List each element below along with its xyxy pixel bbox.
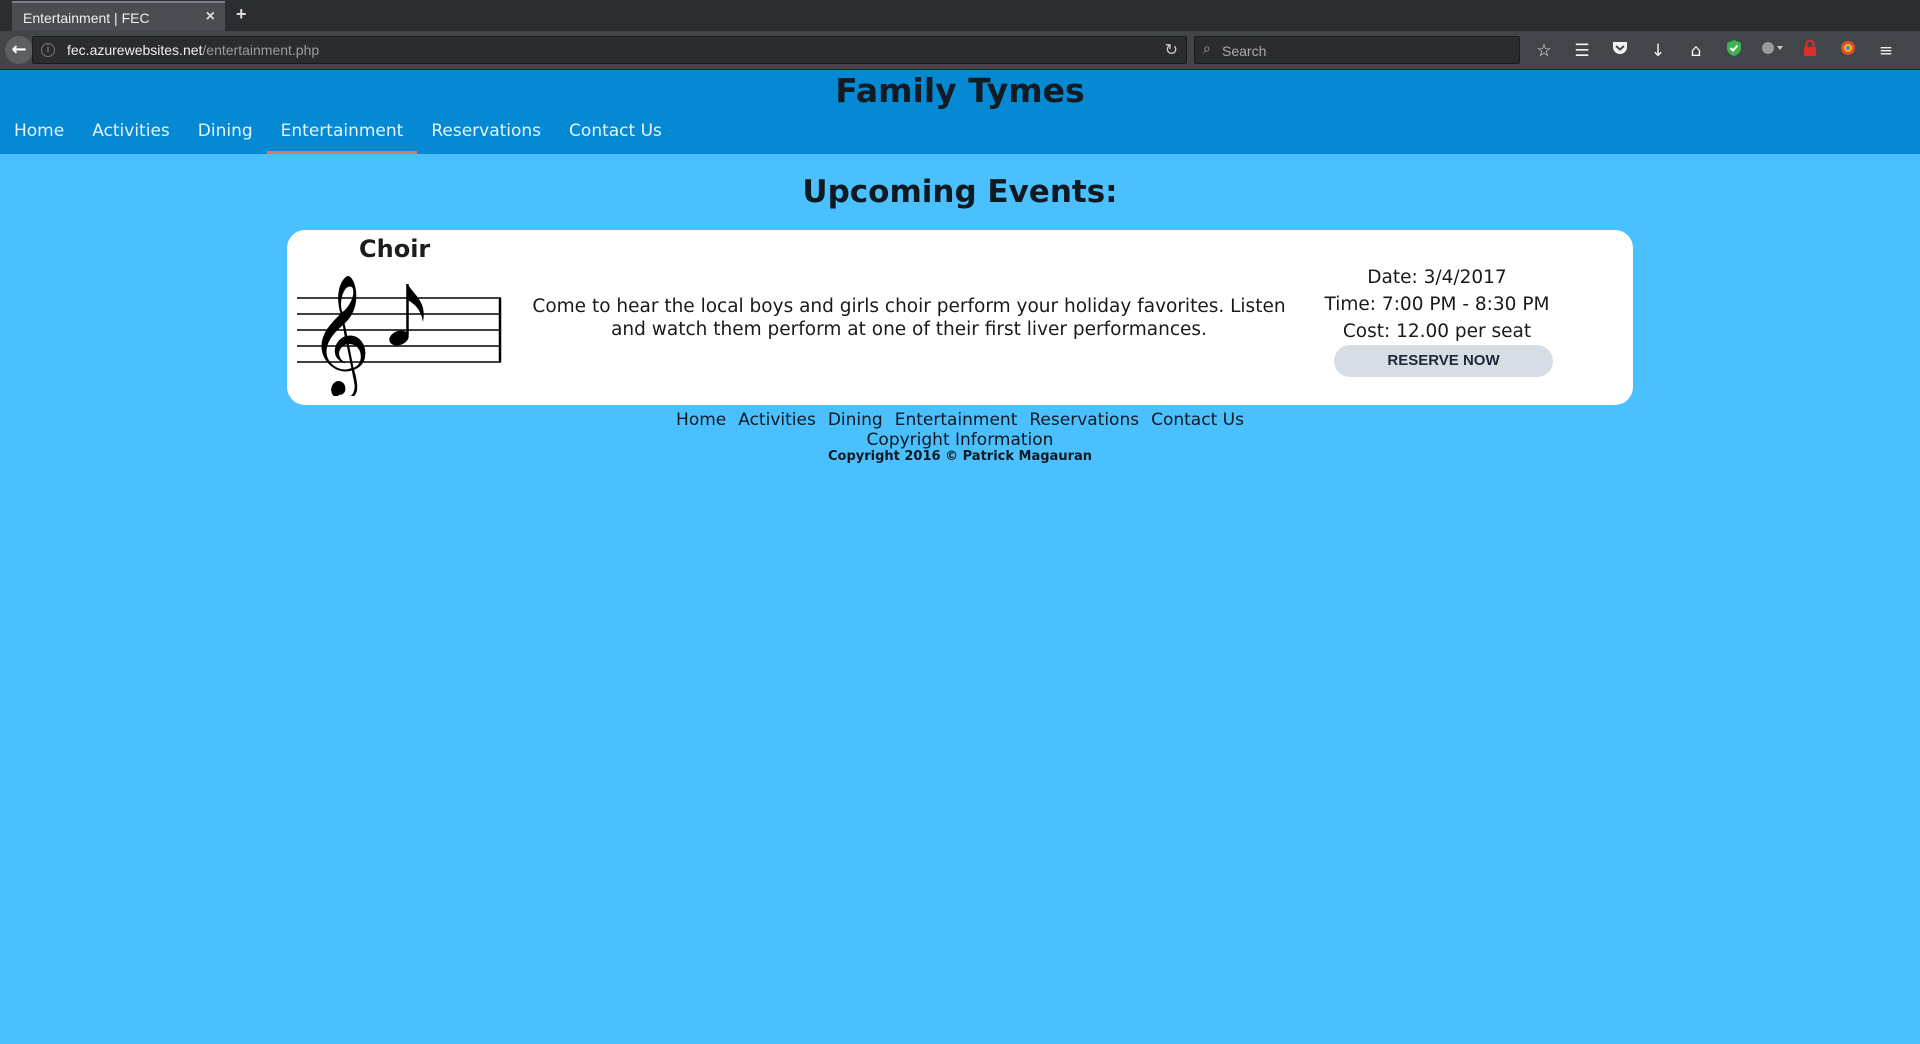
address-bar[interactable]: i fec.azurewebsites.net/entertainment.ph… (32, 36, 1187, 64)
site-header: Family Tymes Home Activities Dining Ente… (0, 70, 1920, 154)
nav-dining[interactable]: Dining (184, 120, 267, 154)
site-title: Family Tymes (835, 71, 1085, 110)
event-time: Time: 7:00 PM - 8:30 PM (1324, 294, 1550, 315)
browser-tab-strip: Entertainment | FEC × + (0, 0, 1920, 31)
browser-toolbar: ← i fec.azurewebsites.net/entertainment.… (0, 31, 1920, 70)
extension-icon[interactable] (1760, 39, 1784, 63)
back-button[interactable]: ← (5, 36, 33, 64)
event-card: Choir 𝄞 Come to hear the local boys and … (287, 230, 1633, 405)
reload-icon[interactable]: ↻ (1165, 40, 1178, 59)
main-nav: Home Activities Dining Entertainment Res… (0, 120, 676, 154)
footer-link-contact-us[interactable]: Contact Us (1145, 410, 1250, 430)
music-staff-icon: 𝄞 (295, 266, 505, 400)
browser-tab[interactable]: Entertainment | FEC × (12, 1, 225, 31)
footer-link-reservations[interactable]: Reservations (1023, 410, 1145, 430)
home-icon[interactable]: ⌂ (1684, 39, 1708, 63)
nav-activities[interactable]: Activities (78, 120, 184, 154)
nav-entertainment[interactable]: Entertainment (266, 120, 418, 154)
footer-link-activities[interactable]: Activities (732, 410, 822, 430)
new-tab-button[interactable]: + (236, 4, 247, 25)
reading-list-icon[interactable]: ☰ (1570, 39, 1594, 63)
pocket-icon[interactable] (1608, 39, 1632, 63)
toolbar-icons: ☆ ☰ ↓ ⌂ ≡ (1532, 31, 1912, 70)
event-cost: Cost: 12.00 per seat (1342, 321, 1532, 342)
svg-text:𝄞: 𝄞 (309, 273, 370, 396)
nav-contact-us[interactable]: Contact Us (555, 120, 676, 154)
footer-nav: Home Activities Dining Entertainment Res… (0, 410, 1920, 430)
lock-icon[interactable] (1798, 39, 1822, 63)
footer-link-dining[interactable]: Dining (822, 410, 889, 430)
site-info-icon[interactable]: i (41, 43, 55, 57)
star-icon[interactable]: ☆ (1532, 39, 1556, 63)
download-icon[interactable]: ↓ (1646, 39, 1670, 63)
search-bar[interactable]: ⌕ Search (1194, 36, 1520, 64)
event-description: Come to hear the local boys and girls ch… (532, 296, 1286, 340)
footer-link-entertainment[interactable]: Entertainment (889, 410, 1024, 430)
copyright-info-link[interactable]: Copyright Information (0, 430, 1920, 450)
url-path: /entertainment.php (202, 42, 320, 58)
nav-home[interactable]: Home (0, 120, 78, 154)
close-tab-icon[interactable]: × (206, 8, 215, 26)
tab-title: Entertainment | FEC (23, 10, 150, 26)
search-icon: ⌕ (1203, 41, 1211, 57)
event-title: Choir (359, 235, 431, 263)
footer-link-home[interactable]: Home (670, 410, 732, 430)
search-placeholder: Search (1222, 43, 1267, 59)
page-heading: Upcoming Events: (802, 174, 1118, 210)
reserve-now-button[interactable]: RESERVE NOW (1334, 345, 1553, 377)
url-domain: fec.azurewebsites.net (67, 42, 203, 58)
event-details: Date: 3/4/2017 Time: 7:00 PM - 8:30 PM C… (1317, 264, 1557, 345)
browser-extension-icon[interactable] (1836, 39, 1860, 63)
shield-icon[interactable] (1722, 39, 1746, 63)
event-date: Date: 3/4/2017 (1367, 267, 1507, 288)
nav-reservations[interactable]: Reservations (417, 120, 555, 154)
copyright-text: Copyright 2016 © Patrick Magauran (827, 449, 1093, 464)
url-text: fec.azurewebsites.net/entertainment.php (67, 42, 319, 58)
menu-icon[interactable]: ≡ (1874, 39, 1898, 63)
